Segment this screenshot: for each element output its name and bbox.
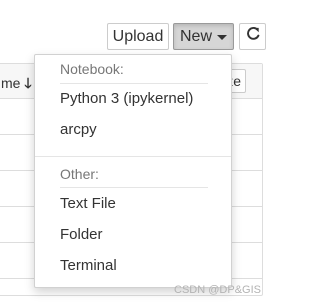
refresh-icon bbox=[246, 27, 260, 46]
watermark-text: CSDN @DP&GIS bbox=[174, 284, 261, 296]
menu-item-terminal[interactable]: Terminal bbox=[35, 253, 231, 279]
sort-label: me bbox=[1, 75, 21, 91]
caret-down-icon bbox=[217, 35, 227, 40]
new-button[interactable]: New bbox=[173, 23, 234, 50]
menu-item-python3-ipykernel[interactable]: Python 3 (ipykernel) bbox=[35, 86, 231, 112]
notebook-section-header: Notebook: bbox=[60, 61, 124, 77]
other-section-header: Other: bbox=[60, 166, 99, 182]
refresh-button[interactable] bbox=[239, 23, 266, 50]
sort-arrow-icon: 🡓 bbox=[24, 75, 32, 91]
menu-divider bbox=[60, 83, 208, 84]
menu-item-arcpy[interactable]: arcpy bbox=[35, 117, 231, 143]
menu-divider bbox=[60, 187, 208, 188]
sort-by-name-button[interactable]: me 🡓 bbox=[1, 73, 32, 97]
section-divider bbox=[35, 156, 231, 157]
upload-button[interactable]: Upload bbox=[107, 23, 169, 50]
new-button-label: New bbox=[179, 27, 212, 45]
new-dropdown-menu: Notebook: Python 3 (ipykernel) arcpy Oth… bbox=[34, 54, 232, 288]
menu-item-text-file[interactable]: Text File bbox=[35, 191, 231, 217]
menu-item-folder[interactable]: Folder bbox=[35, 222, 231, 248]
